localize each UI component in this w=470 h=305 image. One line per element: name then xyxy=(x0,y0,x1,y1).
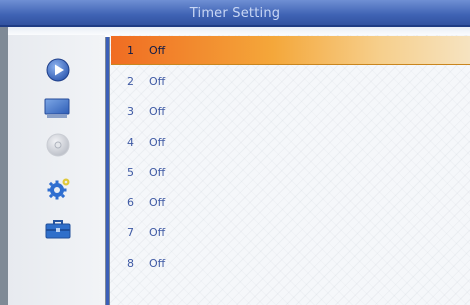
timer-row-1[interactable]: 1 Off xyxy=(111,36,470,64)
timer-status: Off xyxy=(149,105,166,118)
timer-number: 7 xyxy=(127,226,134,239)
monitor-icon[interactable] xyxy=(43,97,71,119)
timer-status: Off xyxy=(149,44,166,57)
sidebar xyxy=(8,35,105,305)
toolbox-icon[interactable] xyxy=(44,218,72,240)
timer-row-6[interactable]: 6 Off xyxy=(111,188,470,216)
timer-row-8[interactable]: 8 Off xyxy=(111,249,470,277)
page-title: Timer Setting xyxy=(189,6,281,21)
timer-status: Off xyxy=(149,166,166,179)
timer-number: 6 xyxy=(127,196,134,209)
play-icon[interactable] xyxy=(46,58,70,82)
divider-line xyxy=(106,37,109,305)
timer-status: Off xyxy=(149,75,166,88)
timer-row-4[interactable]: 4 Off xyxy=(111,128,470,156)
title-bar: Timer Setting xyxy=(0,0,470,27)
timer-row-5[interactable]: 5 Off xyxy=(111,158,470,186)
timer-row-3[interactable]: 3 Off xyxy=(111,97,470,125)
timer-row-7[interactable]: 7 Off xyxy=(111,218,470,246)
timer-number: 3 xyxy=(127,105,134,118)
selection-underline xyxy=(111,64,470,65)
timer-status: Off xyxy=(149,257,166,270)
settings-icon[interactable] xyxy=(44,175,72,203)
timer-number: 1 xyxy=(127,44,134,57)
timer-status: Off xyxy=(149,196,166,209)
timer-number: 8 xyxy=(127,257,134,270)
timer-number: 4 xyxy=(127,136,134,149)
timer-status: Off xyxy=(149,226,166,239)
timer-number: 2 xyxy=(127,75,134,88)
timer-number: 5 xyxy=(127,166,134,179)
timer-status: Off xyxy=(149,136,166,149)
disc-icon[interactable] xyxy=(46,133,70,157)
timer-row-2[interactable]: 2 Off xyxy=(111,67,470,95)
